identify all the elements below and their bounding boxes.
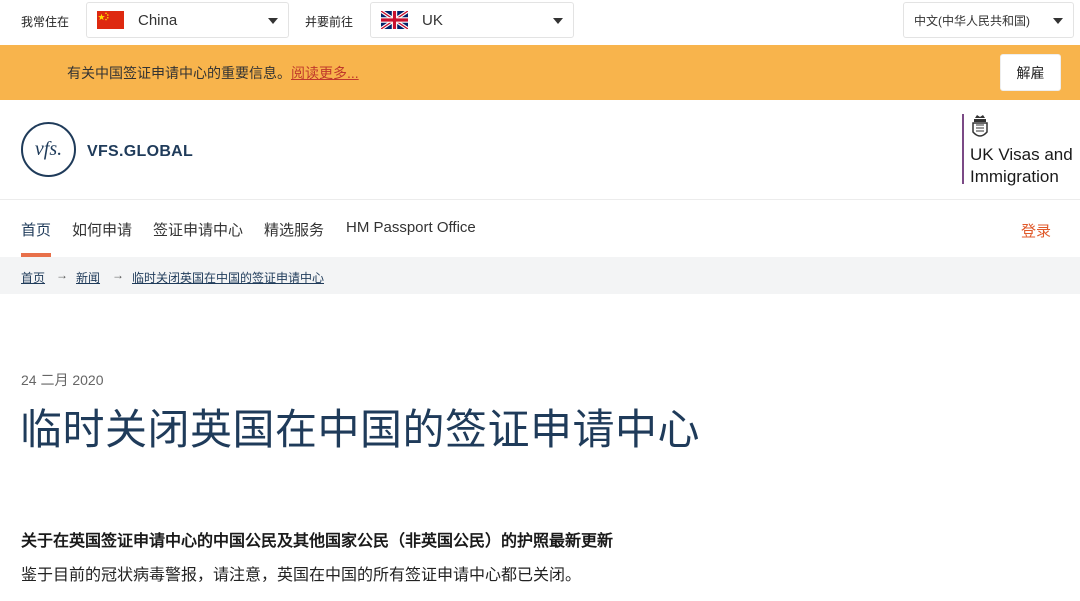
vfs-logo-text: VFS.GLOBAL (87, 143, 194, 160)
article-title: 临时关闭英国在中国的签证申请中心 (20, 406, 701, 453)
breadcrumb-separator: → (56, 268, 68, 282)
nav-item-how-to-apply[interactable]: 如何申请 (72, 219, 132, 240)
breadcrumb-news[interactable]: 新闻 (76, 269, 100, 286)
ukvi-logo-text: UK Visas and Immigration (970, 144, 1073, 188)
location-selector-bar: 我常住在 China 并要前往 UK 中文(中华人民共和国) (0, 0, 1080, 45)
article-subheading: 关于在英国签证申请中心的中国公民及其他国家公民（非英国公民）的护照最新更新 (21, 533, 614, 550)
nav-item-hm-passport-office[interactable]: HM Passport Office (346, 219, 476, 236)
destination-country-select[interactable]: UK (370, 2, 574, 38)
royal-crest-icon (972, 115, 988, 137)
vfs-logo-mark: vfs. (34, 138, 63, 160)
breadcrumb-separator: → (112, 268, 124, 282)
nav-item-home[interactable]: 首页 (21, 219, 51, 240)
language-value: 中文(中华人民共和国) (914, 13, 1030, 28)
breadcrumb: 首页 → 新闻 → 临时关闭英国在中国的签证申请中心 (0, 257, 1080, 294)
chevron-down-icon (553, 18, 563, 24)
chevron-down-icon (1053, 18, 1063, 24)
destination-country-value: UK (422, 11, 443, 29)
residence-country-value: China (138, 11, 178, 29)
language-select[interactable]: 中文(中华人民共和国) (903, 2, 1074, 38)
notice-banner: 有关中国签证申请中心的重要信息。阅读更多... 解雇 (0, 45, 1080, 100)
article-body: 鉴于目前的冠状病毒警报，请注意，英国在中国的所有签证申请中心都已关闭。 (21, 567, 582, 584)
china-flag-icon (97, 11, 124, 29)
residence-country-select[interactable]: China (86, 2, 289, 38)
live-in-label: 我常住在 (21, 15, 70, 29)
going-to-label: 并要前往 (305, 15, 354, 29)
chevron-down-icon (268, 18, 278, 24)
nav-item-featured-services[interactable]: 精选服务 (264, 219, 324, 240)
nav-item-visa-centres[interactable]: 签证申请中心 (153, 219, 243, 240)
ukvi-line-2: Immigration (970, 167, 1059, 186)
ukvi-line-1: UK Visas and (970, 145, 1073, 164)
main-navigation: 首页 如何申请 签证申请中心 精选服务 HM Passport Office 登… (0, 200, 1080, 257)
dismiss-button[interactable]: 解雇 (1000, 54, 1061, 91)
breadcrumb-current[interactable]: 临时关闭英国在中国的签证申请中心 (132, 269, 324, 286)
read-more-link[interactable]: 阅读更多... (291, 65, 359, 81)
breadcrumb-home[interactable]: 首页 (21, 269, 45, 286)
article-date: 24 二月 2020 (21, 372, 104, 388)
vfs-logo[interactable]: vfs. (21, 122, 76, 177)
site-header: vfs. VFS.GLOBAL UK Visas and Immigration (0, 100, 1080, 200)
uk-flag-icon (381, 11, 408, 29)
notice-text: 有关中国签证申请中心的重要信息。 (67, 65, 291, 81)
login-link[interactable]: 登录 (1021, 220, 1051, 241)
notice-text-container: 有关中国签证申请中心的重要信息。阅读更多... (67, 63, 359, 83)
ukvi-logo[interactable]: UK Visas and Immigration (962, 114, 1080, 186)
